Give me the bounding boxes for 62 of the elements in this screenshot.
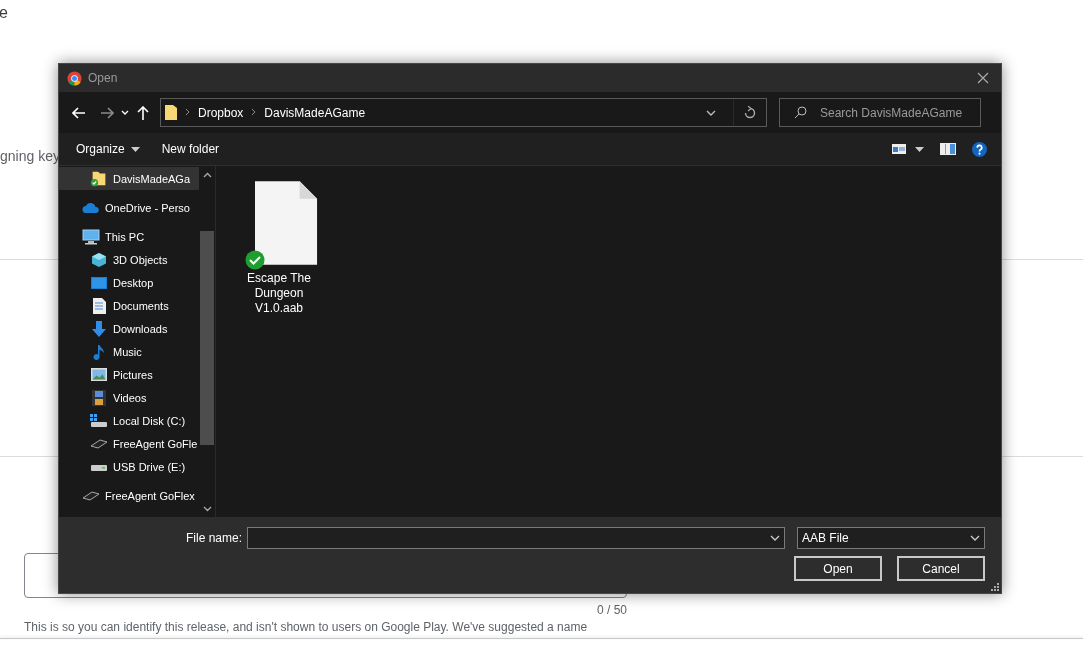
portable-drive-icon [90, 438, 108, 449]
scroll-down-icon[interactable] [202, 506, 212, 512]
navigation-item[interactable]: Videos [59, 386, 199, 409]
navigation-item[interactable]: FreeAgent GoFle [59, 432, 199, 455]
back-arrow-icon[interactable] [72, 106, 86, 119]
file-name-label: File name: [185, 531, 242, 545]
preview-pane-icon[interactable] [940, 143, 956, 155]
navigation-item[interactable]: OneDrive - Perso [59, 196, 199, 219]
navigation-item[interactable]: This PC [59, 225, 199, 248]
portable-drive-icon [82, 490, 100, 501]
file-icon[interactable] [255, 180, 319, 266]
search-icon [794, 106, 807, 119]
chevron-down-icon[interactable] [706, 109, 716, 116]
heading-text: e [0, 4, 8, 22]
up-arrow-icon[interactable] [137, 105, 149, 120]
character-counter: 0 / 50 [595, 603, 627, 617]
folder-icon [165, 105, 177, 120]
file-name-field[interactable] [247, 527, 785, 549]
forward-arrow-icon[interactable] [100, 106, 114, 119]
navigation-item[interactable]: DavisMadeAGa [59, 167, 199, 190]
navigation-item[interactable]: Downloads [59, 317, 199, 340]
toolbar-button[interactable]: New folder [154, 139, 227, 159]
picture-icon [91, 368, 107, 381]
document-icon [92, 297, 106, 314]
help-icon[interactable] [972, 141, 987, 157]
resize-grip-icon[interactable] [991, 583, 999, 591]
file-name[interactable]: Escape The Dungeon V1.0.aab [239, 271, 319, 316]
dialog-button[interactable]: Cancel [897, 556, 985, 581]
navigation-item[interactable]: USB Drive (E:) [59, 455, 199, 478]
computer-icon [82, 228, 100, 245]
chevron-icon[interactable] [185, 107, 190, 118]
caret-icon[interactable] [915, 146, 924, 152]
navigation-item[interactable]: 3D Objects [59, 248, 199, 271]
cloud-icon [82, 201, 100, 214]
help-text: This is so you can identify this release, and isn't shown to users on Google Play. We've suggested a name [24, 620, 588, 634]
music-note-icon [93, 343, 105, 360]
navigation-item[interactable]: Local Disk (C:) [59, 409, 199, 432]
browser-logo-icon [67, 70, 82, 86]
chevron-down-icon[interactable] [770, 535, 780, 541]
navigation-item[interactable]: Music [59, 340, 199, 363]
dialog-button[interactable]: Open [794, 556, 882, 581]
window-title: Open [88, 71, 118, 85]
breadcrumb[interactable]: Dropbox [198, 105, 244, 120]
refresh-icon[interactable] [744, 106, 756, 119]
chevron-icon[interactable] [251, 107, 257, 118]
disk-drive-icon [90, 413, 108, 428]
cube-icon [91, 251, 107, 268]
view-icon[interactable] [892, 144, 906, 154]
breadcrumb[interactable]: DavisMadeAGame [264, 105, 366, 120]
download-icon [92, 320, 106, 337]
file-type-dropdown[interactable]: AAB File [797, 527, 985, 549]
scroll-up-icon[interactable] [202, 172, 212, 178]
chevron-down-icon [970, 535, 980, 541]
toolbar-button[interactable]: Organize [69, 139, 147, 159]
film-icon [92, 389, 106, 406]
navigation-item[interactable]: Documents [59, 294, 199, 317]
desktop-icon [91, 276, 107, 289]
search-field[interactable]: Search DavisMadeAGame [779, 98, 981, 127]
navigation-item[interactable]: Desktop [59, 271, 199, 294]
navigation-item[interactable]: Pictures [59, 363, 199, 386]
address-bar[interactable]: Dropbox DavisMadeAGame [160, 98, 767, 127]
navigation-item[interactable]: FreeAgent GoFlex [59, 484, 199, 507]
